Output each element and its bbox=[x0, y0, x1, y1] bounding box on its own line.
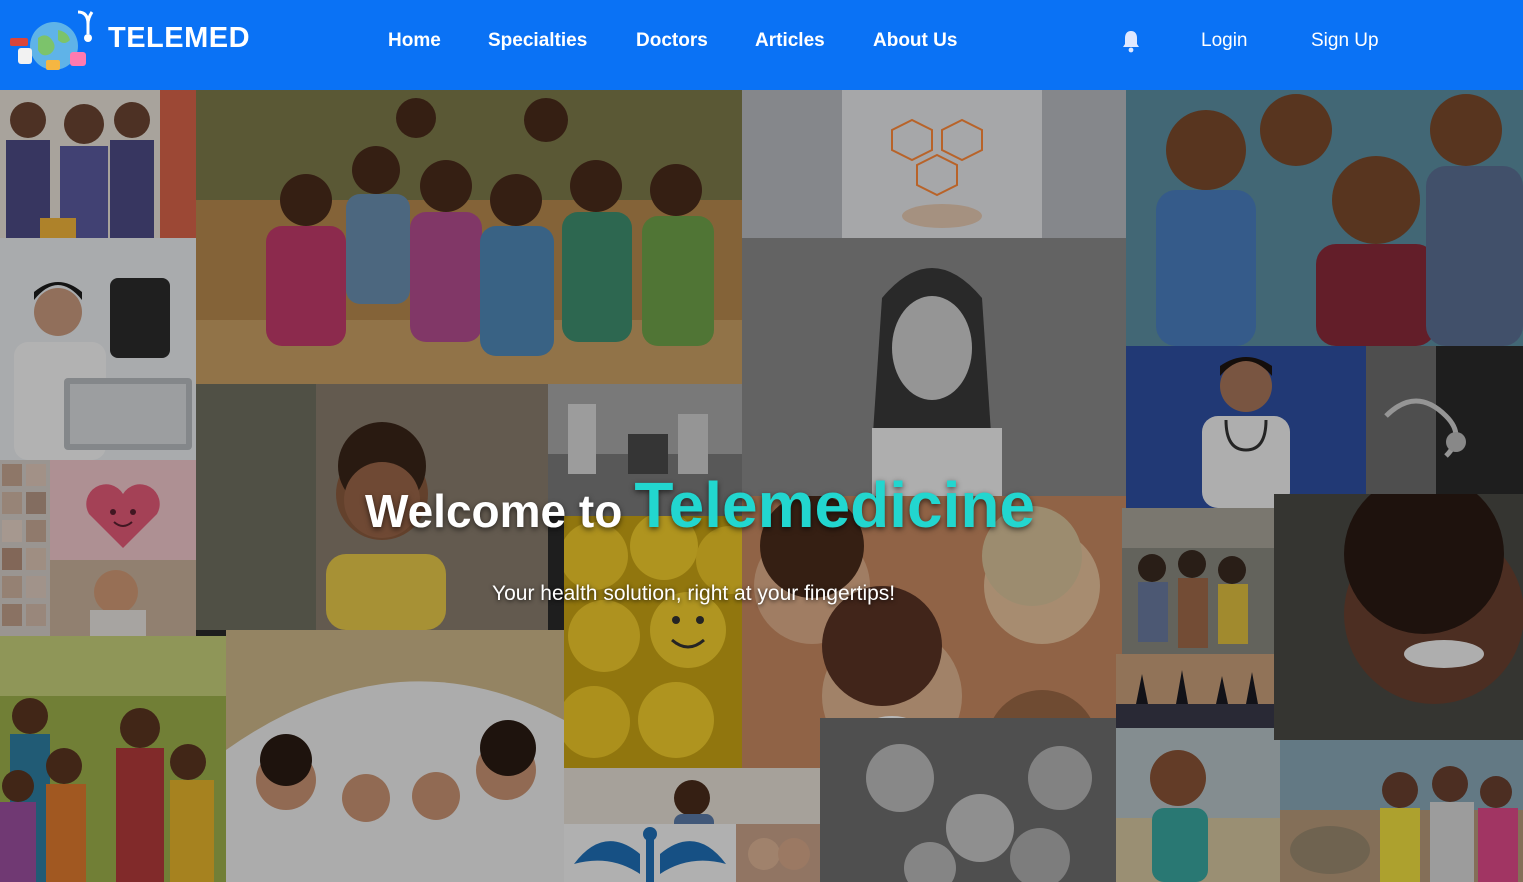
people-lying-bw-photo bbox=[820, 718, 1116, 882]
hero-title: Welcome to Telemedicine bbox=[365, 468, 1035, 542]
village-family-photo bbox=[1280, 740, 1523, 882]
signup-link[interactable]: Sign Up bbox=[1311, 30, 1379, 52]
family-under-blanket-photo bbox=[226, 630, 564, 882]
stethoscope-photo bbox=[1366, 346, 1523, 494]
smiling-girl-closeup-photo bbox=[1274, 494, 1523, 740]
smiley-faces-photo bbox=[564, 516, 742, 768]
bell-icon[interactable] bbox=[1120, 29, 1142, 53]
children-uniform-photo bbox=[0, 90, 196, 238]
family-selfie-photo bbox=[736, 824, 820, 882]
nav-specialties-link[interactable]: Specialties bbox=[488, 30, 587, 52]
group-of-children-photo bbox=[196, 90, 742, 384]
doctor-laptop-photo bbox=[0, 238, 196, 460]
hero-title-prefix: Welcome to bbox=[365, 485, 623, 537]
silhouettes-sunset-photo bbox=[1116, 654, 1274, 728]
baby-photo bbox=[50, 560, 196, 636]
nav-articles-link[interactable]: Articles bbox=[755, 30, 825, 52]
happy-boys-photo bbox=[1126, 90, 1523, 346]
nav-home-link[interactable]: Home bbox=[388, 30, 441, 52]
rural-children-waving-photo bbox=[0, 636, 226, 882]
telemed-logo[interactable] bbox=[8, 8, 100, 74]
mosaic-faces-photo bbox=[0, 460, 50, 636]
heart-illustration bbox=[50, 460, 196, 560]
child-on-beach-photo bbox=[1116, 728, 1280, 882]
navbar: TELEMED Home Specialties Doctors Article… bbox=[0, 0, 1523, 90]
digital-health-hand-photo bbox=[742, 90, 1126, 238]
brand-name[interactable]: TELEMED bbox=[108, 22, 250, 55]
login-link[interactable]: Login bbox=[1201, 30, 1248, 52]
nav-doctors-link[interactable]: Doctors bbox=[636, 30, 708, 52]
clinic-crowd-photo bbox=[1122, 508, 1274, 654]
hero-subtitle: Your health solution, right at your fing… bbox=[492, 582, 896, 605]
hero-title-highlight: Telemedicine bbox=[634, 469, 1036, 541]
caduceus-logo-photo bbox=[564, 824, 736, 882]
smiling-woman-photo bbox=[742, 238, 1126, 496]
male-doctor-photo bbox=[1126, 346, 1366, 508]
nav-about-us-link[interactable]: About Us bbox=[873, 30, 957, 52]
hero-collage: Welcome to Telemedicine Your health solut… bbox=[0, 90, 1523, 882]
